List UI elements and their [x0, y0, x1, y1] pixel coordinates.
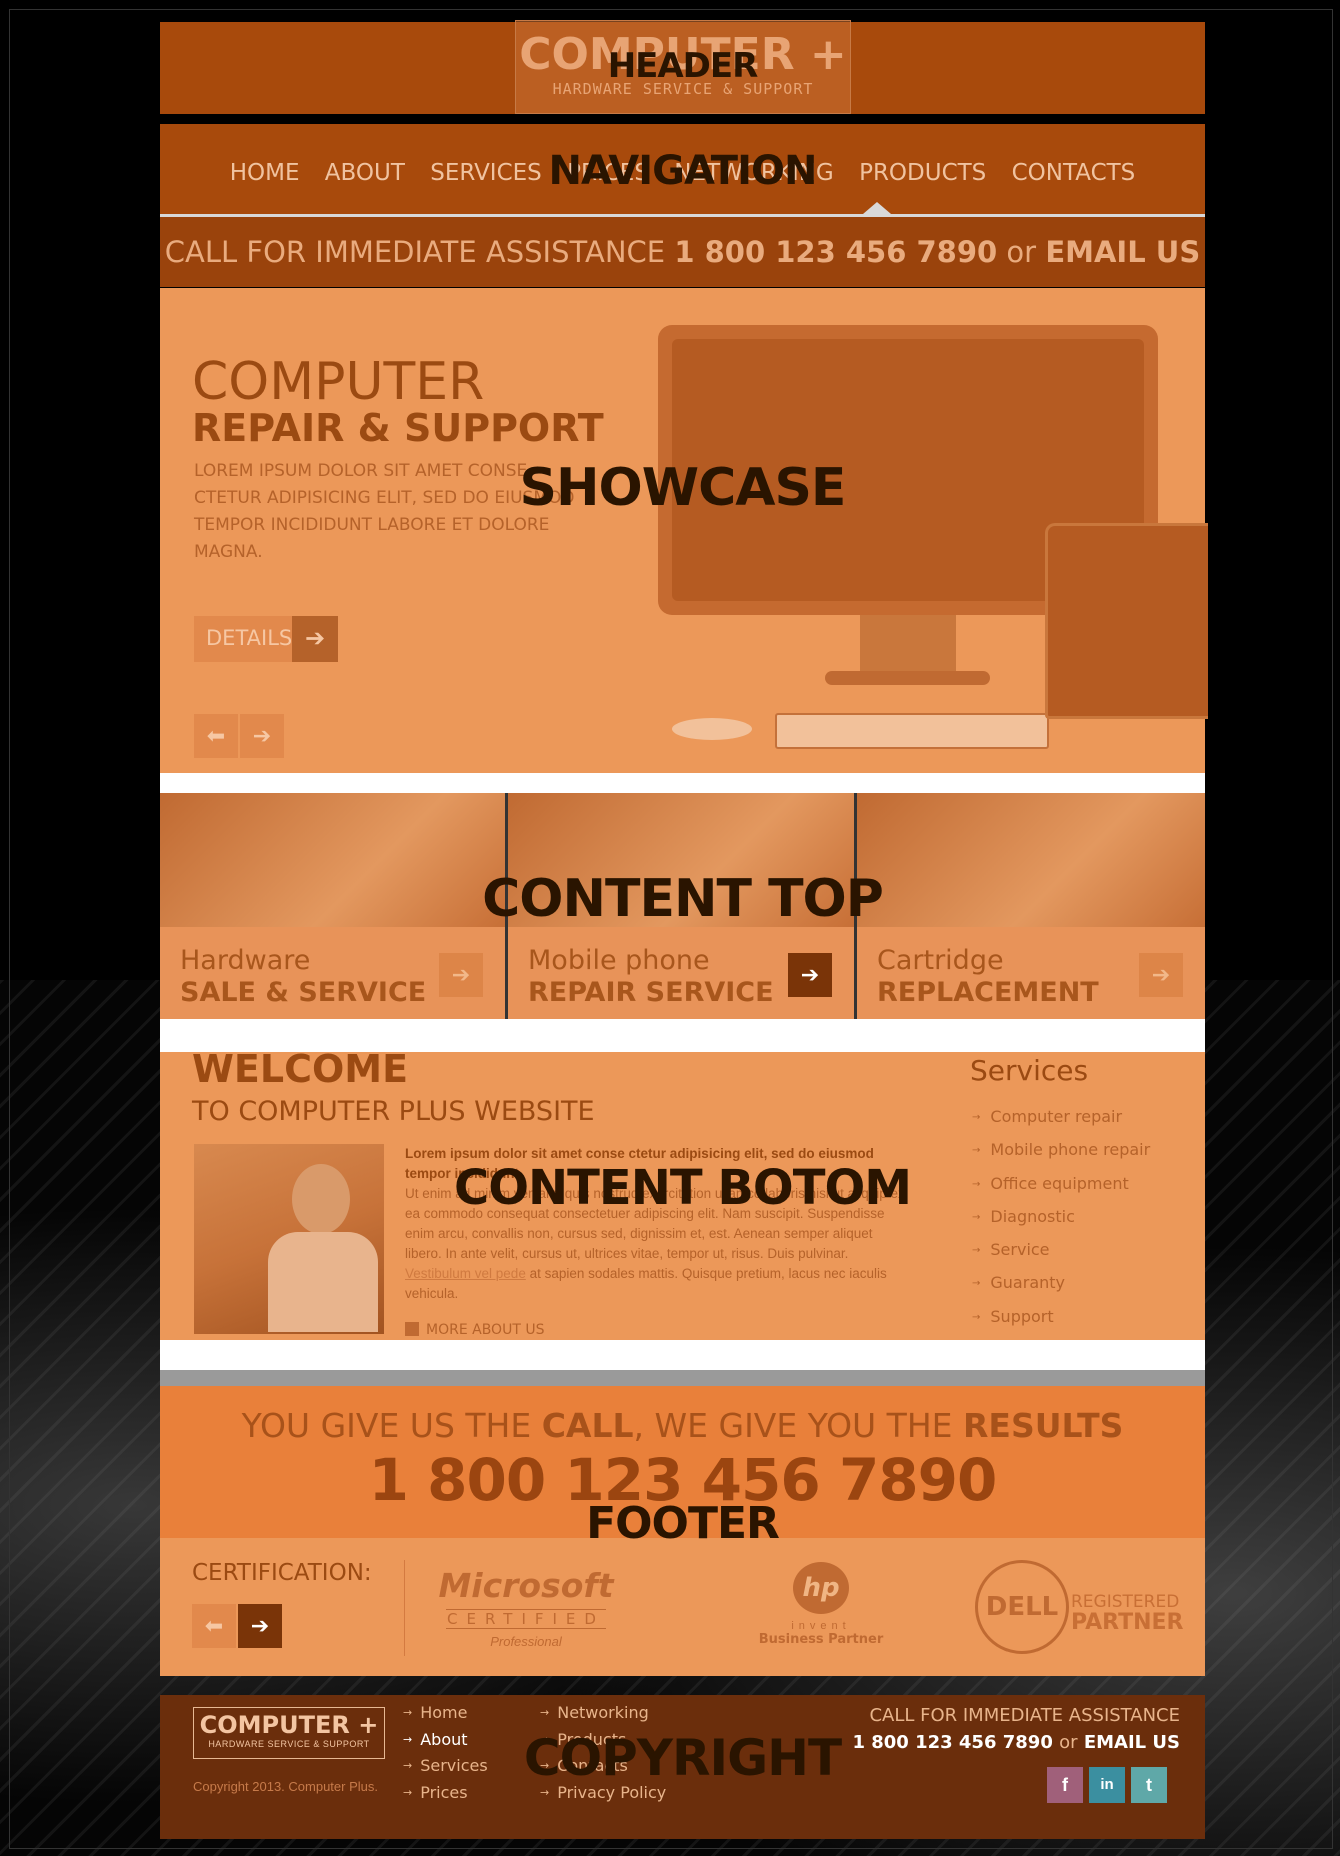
call-bar-email-link[interactable]: EMAIL US	[1045, 235, 1200, 269]
footer-overlay-label: FOOTER	[586, 1498, 780, 1549]
slider-next-button[interactable]: ➔	[240, 714, 284, 758]
tile-subtitle: SALE & SERVICE	[180, 977, 427, 1008]
certification-heading: CERTIFICATION:	[192, 1560, 372, 1586]
copyright-overlay-label: COPYRIGHT	[523, 1729, 842, 1787]
footer-call-banner: YOU GIVE US THE CALL, WE GIVE YOU THE RE…	[160, 1386, 1205, 1549]
tile-subtitle: REPAIR SERVICE	[528, 977, 774, 1008]
content-top: Hardware SALE & SERVICE ➔ Mobile phone R…	[160, 793, 1205, 1019]
welcome-subheading: TO COMPUTER PLUS WEBSITE	[192, 1096, 595, 1127]
service-link[interactable]: Guaranty	[972, 1273, 1150, 1306]
welcome-heading: WELCOME	[192, 1047, 409, 1091]
certification-section: CERTIFICATION: ⬅ ➔ Microsoft CERTIFIED P…	[160, 1538, 1205, 1676]
footer-link-home[interactable]: Home	[403, 1703, 488, 1730]
tile-title: Cartridge	[877, 945, 1004, 976]
tile-arrow-button[interactable]: ➔	[439, 953, 483, 997]
copyright-footer: COMPUTER + HARDWARE SERVICE & SUPPORT Co…	[160, 1695, 1205, 1839]
mouse-image	[672, 718, 752, 740]
tile-title: Hardware	[180, 945, 311, 976]
service-link[interactable]: Computer repair	[972, 1107, 1150, 1140]
content-bottom-overlay-label: CONTENT BOTOM	[453, 1160, 912, 1216]
call-bar-or: or	[1006, 235, 1037, 269]
service-link[interactable]: Service	[972, 1240, 1150, 1273]
call-bar-lead: CALL FOR IMMEDIATE ASSISTANCE	[164, 235, 666, 269]
details-label: DETAILS	[206, 626, 293, 650]
tile-subtitle: REPLACEMENT	[877, 977, 1099, 1008]
footer-link-networking[interactable]: Networking	[540, 1703, 666, 1730]
slider-prev-button[interactable]: ⬅	[194, 714, 238, 758]
services-list: Computer repair Mobile phone repair Offi…	[972, 1107, 1150, 1340]
cert-prev-button[interactable]: ⬅	[192, 1604, 236, 1648]
header-overlay-label: HEADER	[607, 46, 759, 86]
arrow-square-icon	[405, 1322, 419, 1336]
showcase-divider	[160, 773, 1205, 793]
showcase-overlay-label: SHOWCASE	[519, 458, 847, 518]
header: COMPUTER + HARDWARE SERVICE & SUPPORT HE…	[160, 20, 1205, 114]
navigation-bar: HOME ABOUT SERVICES PRICES NETWORKING PR…	[160, 124, 1205, 217]
tile-arrow-button[interactable]: ➔	[1139, 953, 1183, 997]
monitor-foot-image	[825, 671, 990, 685]
microsoft-certified-logo[interactable]: Microsoft CERTIFIED Professional	[436, 1566, 616, 1649]
navigation-overlay-label: NAVIGATION	[548, 148, 818, 194]
monitor-stand-image	[860, 615, 956, 677]
tile-title: Mobile phone	[528, 945, 710, 976]
keyboard-image	[775, 713, 1049, 749]
content-top-overlay-label: CONTENT TOP	[482, 869, 884, 929]
showcase-subtitle: REPAIR & SUPPORT	[192, 406, 604, 450]
call-bar: CALL FOR IMMEDIATE ASSISTANCE 1 800 123 …	[160, 217, 1205, 287]
showcase-title: COMPUTER	[192, 352, 485, 412]
services-heading: Services	[970, 1054, 1089, 1087]
details-button[interactable]: DETAILS ➔	[194, 616, 338, 662]
active-nav-indicator	[863, 202, 891, 214]
laptop-image	[1045, 523, 1208, 719]
call-bar-text: CALL FOR IMMEDIATE ASSISTANCE 1 800 123 …	[160, 235, 1205, 269]
call-bar-phone[interactable]: 1 800 123 456 7890	[674, 235, 997, 269]
divider	[404, 1560, 405, 1656]
footer-slogan: YOU GIVE US THE CALL, WE GIVE YOU THE RE…	[241, 1406, 1124, 1445]
tile-arrow-button[interactable]: ➔	[788, 953, 832, 997]
service-link[interactable]: Support	[972, 1307, 1150, 1340]
dell-partner-logo[interactable]: DELL REGISTERED PARTNER	[975, 1560, 1185, 1654]
more-about-us-link[interactable]: MORE ABOUT US	[405, 1322, 544, 1338]
footer-call-lead: CALL FOR IMMEDIATE ASSISTANCE	[869, 1705, 1180, 1726]
cert-next-button[interactable]: ➔	[238, 1604, 282, 1648]
arrow-right-icon: ➔	[292, 616, 338, 662]
spacer	[160, 1340, 1205, 1370]
showcase-slider: COMPUTER REPAIR & SUPPORT LOREM IPSUM DO…	[160, 288, 1208, 793]
vestibulum-link[interactable]: Vestibulum vel pede	[405, 1266, 526, 1281]
content-bottom: WELCOME TO COMPUTER PLUS WEBSITE Lorem i…	[160, 1047, 1205, 1340]
hp-partner-logo[interactable]: hp invent Business Partner	[756, 1562, 886, 1647]
